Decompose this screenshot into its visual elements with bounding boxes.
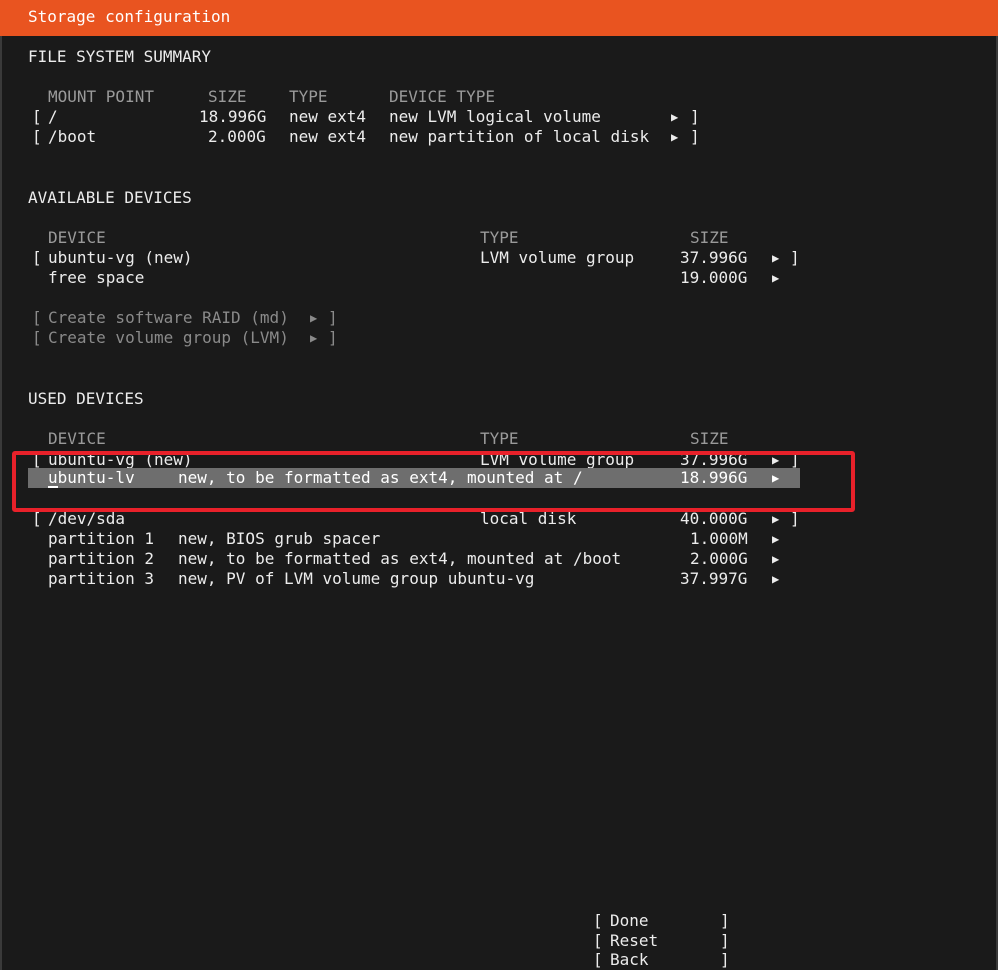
close-bracket: ]	[328, 328, 338, 347]
device-size: 2.000G	[690, 549, 748, 568]
available-header-type: TYPE	[480, 228, 519, 247]
arrow-right-icon[interactable]: ▶	[772, 529, 779, 549]
create-vg-label: Create volume group (LVM)	[48, 328, 289, 347]
used-devices-heading: USED DEVICES	[28, 389, 144, 408]
device-name: partition 2	[48, 549, 154, 568]
used-header-size: SIZE	[690, 429, 729, 448]
arrow-right-icon: ▶	[310, 311, 318, 325]
fs-row-type: new ext4	[289, 127, 367, 146]
device-name: ubuntu-vg (new)	[48, 248, 193, 267]
fs-header-type: TYPE	[289, 87, 328, 106]
close-bracket: ]	[790, 509, 800, 528]
arrow-right-icon: ▶	[310, 331, 318, 345]
open-bracket: [	[593, 911, 603, 930]
arrow-right-icon[interactable]: ▶	[772, 569, 779, 589]
reset-label: Reset	[610, 931, 659, 950]
device-size: 37.997G	[680, 569, 748, 588]
fs-row-device-type: new LVM logical volume	[389, 107, 601, 126]
used-header-device: DEVICE	[48, 429, 106, 448]
device-size: 19.000G	[680, 268, 748, 287]
device-name: partition 1	[48, 529, 154, 548]
device-type: LVM volume group	[480, 248, 635, 267]
window-title: Storage configuration	[28, 7, 231, 26]
close-bracket: ]	[328, 308, 338, 327]
available-devices-heading: AVAILABLE DEVICES	[28, 188, 192, 207]
done-label: Done	[610, 911, 649, 930]
close-bracket: ]	[790, 248, 800, 267]
close-bracket: ]	[720, 950, 730, 969]
fs-row-size: 2.000G	[208, 127, 266, 146]
open-bracket: [	[593, 931, 603, 950]
close-bracket: ]	[690, 107, 700, 126]
fs-header-size: SIZE	[208, 87, 247, 106]
arrow-right-icon[interactable]: ▶	[772, 268, 779, 288]
open-bracket: [	[32, 107, 42, 126]
back-label: Back	[610, 950, 649, 969]
device-name: free space	[48, 268, 145, 287]
open-bracket: [	[593, 950, 603, 969]
fs-row-device-type: new partition of local disk	[389, 127, 650, 146]
device-type: new, BIOS grub spacer	[178, 529, 381, 548]
device-type: new, PV of LVM volume group ubuntu-vg	[178, 569, 535, 588]
open-bracket: [	[32, 248, 42, 267]
close-bracket: ]	[690, 127, 700, 146]
open-bracket: [	[32, 127, 42, 146]
open-bracket: [	[32, 509, 42, 528]
used-header-type: TYPE	[480, 429, 519, 448]
available-header-device: DEVICE	[48, 228, 106, 247]
device-name: /dev/sda	[48, 509, 126, 528]
arrow-right-icon[interactable]: ▶	[772, 509, 779, 529]
device-type: local disk	[480, 509, 577, 528]
device-size: 1.000M	[690, 529, 748, 548]
device-size: 37.996G	[680, 248, 748, 267]
open-bracket: [	[32, 308, 42, 327]
arrow-right-icon[interactable]: ▶	[671, 107, 678, 127]
fs-row-type: new ext4	[289, 107, 367, 126]
arrow-right-icon[interactable]: ▶	[772, 549, 779, 569]
arrow-right-icon[interactable]: ▶	[671, 127, 678, 147]
open-bracket: [	[32, 328, 42, 347]
available-header-size: SIZE	[690, 228, 729, 247]
device-type: new, to be formatted as ext4, mounted at…	[178, 549, 622, 568]
close-bracket: ]	[720, 911, 730, 930]
title-bar: Storage configuration	[0, 0, 998, 36]
fs-row-mount: /boot	[48, 127, 97, 146]
fs-row-mount: /	[48, 107, 58, 126]
fs-row-size: 18.996G	[199, 107, 267, 126]
create-raid-label: Create software RAID (md)	[48, 308, 289, 327]
device-size: 40.000G	[680, 509, 748, 528]
close-bracket: ]	[720, 931, 730, 950]
fs-header-mount-point: MOUNT POINT	[48, 87, 154, 106]
fs-header-device-type: DEVICE TYPE	[389, 87, 495, 106]
device-name: partition 3	[48, 569, 154, 588]
arrow-right-icon[interactable]: ▶	[772, 248, 779, 268]
fs-summary-heading: FILE SYSTEM SUMMARY	[28, 47, 212, 66]
highlight-box	[12, 451, 855, 512]
